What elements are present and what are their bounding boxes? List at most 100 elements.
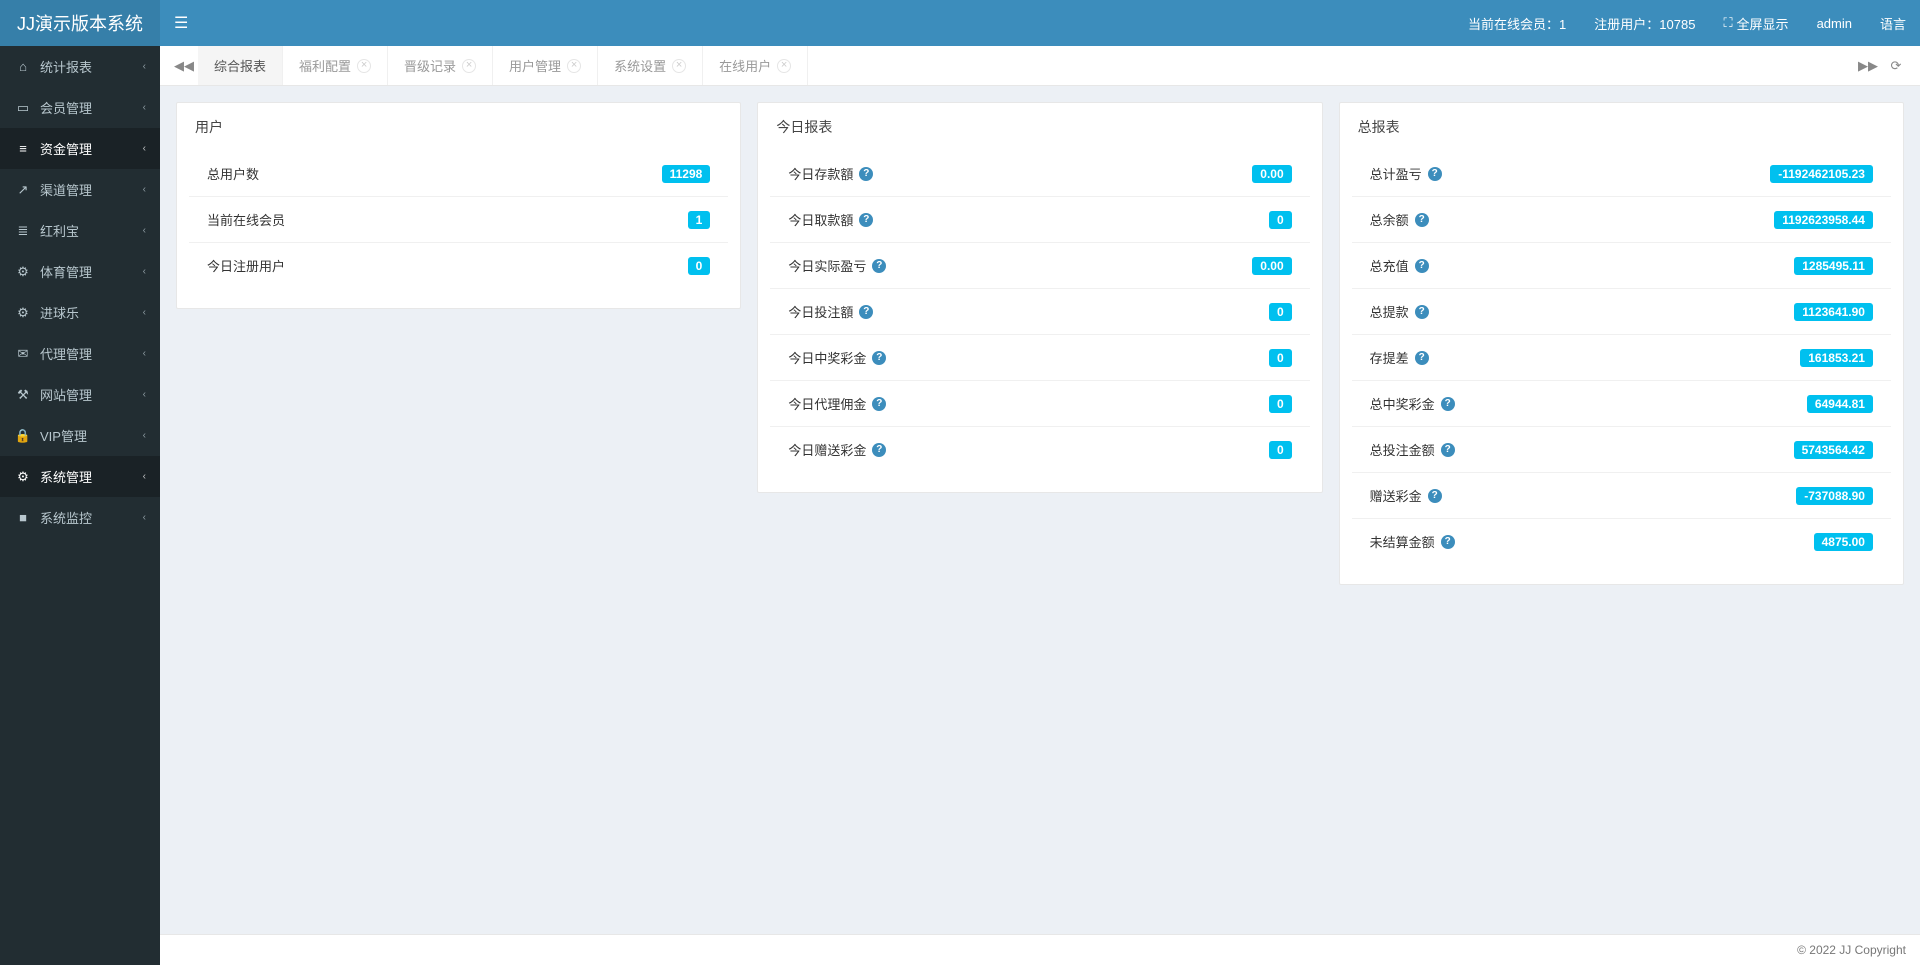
row-label-text: 存提差 bbox=[1370, 348, 1409, 367]
row-value: 0 bbox=[1269, 396, 1292, 411]
row-value: 0 bbox=[1269, 212, 1292, 227]
sidebar-item-label: 网站管理 bbox=[40, 385, 92, 404]
help-icon[interactable]: ? bbox=[859, 213, 873, 227]
tab-3[interactable]: 用户管理 × bbox=[493, 46, 598, 85]
tab-scroll-left-icon[interactable]: ◀◀ bbox=[170, 46, 198, 85]
help-icon[interactable]: ? bbox=[1415, 259, 1429, 273]
help-icon[interactable]: ? bbox=[859, 167, 873, 181]
language-button[interactable]: 语言 bbox=[1880, 14, 1906, 33]
row-value: 4875.00 bbox=[1814, 534, 1873, 549]
sidebar-item-9[interactable]: 🔒VIP管理‹ bbox=[0, 415, 160, 456]
sidebar-item-5[interactable]: ⚙体育管理‹ bbox=[0, 251, 160, 292]
sidebar-item-2[interactable]: ≡资金管理‹ bbox=[0, 128, 160, 169]
today-row-6: 今日赠送彩金?0 bbox=[770, 427, 1309, 472]
chevron-left-icon: ‹ bbox=[143, 102, 146, 113]
total-row-5: 总中奖彩金? 64944.81 bbox=[1352, 381, 1891, 427]
tab-2[interactable]: 晋级记录× bbox=[388, 46, 493, 85]
row-value: 1 bbox=[688, 212, 711, 227]
chevron-left-icon: ‹ bbox=[143, 471, 146, 482]
sidebar: JJ演示版本系统 ⌂统计报表‹▭会员管理‹≡资金管理‹↗渠道管理‹≣红利宝‹⚙体… bbox=[0, 0, 160, 965]
close-icon[interactable]: × bbox=[462, 59, 476, 73]
money-icon: ≡ bbox=[14, 141, 32, 156]
row-value: 0.00 bbox=[1252, 166, 1291, 181]
chevron-left-icon: ‹ bbox=[143, 389, 146, 400]
help-icon[interactable]: ? bbox=[1441, 443, 1455, 457]
sidebar-item-10[interactable]: ⚙系统管理‹ bbox=[0, 456, 160, 497]
online-members[interactable]: 当前在线会员：1 bbox=[1468, 14, 1566, 33]
total-row-6: 总投注金额? 5743564.42 bbox=[1352, 427, 1891, 473]
row-label: 总中奖彩金? bbox=[1370, 394, 1455, 413]
registered-users[interactable]: 注册用户：10785 bbox=[1594, 14, 1695, 33]
help-icon[interactable]: ? bbox=[1415, 351, 1429, 365]
sidebar-item-7[interactable]: ✉代理管理‹ bbox=[0, 333, 160, 374]
row-value: 1192623958.44 bbox=[1774, 212, 1873, 227]
sidebar-item-11[interactable]: ■系统监控‹ bbox=[0, 497, 160, 538]
tab-5[interactable]: 在线用户 × bbox=[703, 46, 808, 85]
sidebar-item-0[interactable]: ⌂统计报表‹ bbox=[0, 46, 160, 87]
sidebar-item-label: 体育管理 bbox=[40, 262, 92, 281]
help-icon[interactable]: ? bbox=[1441, 397, 1455, 411]
close-icon[interactable]: × bbox=[567, 59, 581, 73]
row-value: 0.00 bbox=[1252, 258, 1291, 273]
value-badge: 0.00 bbox=[1252, 165, 1291, 183]
tab-label: 综合报表 bbox=[214, 56, 266, 75]
row-label: 总投注金额? bbox=[1370, 440, 1455, 459]
app-logo: JJ演示版本系统 bbox=[0, 0, 160, 46]
help-icon[interactable]: ? bbox=[872, 259, 886, 273]
row-label: 存提差? bbox=[1370, 348, 1429, 367]
value-badge: 1123641.90 bbox=[1794, 303, 1873, 321]
value-badge: 64944.81 bbox=[1807, 395, 1873, 413]
sidebar-item-4[interactable]: ≣红利宝‹ bbox=[0, 210, 160, 251]
value-badge: 0 bbox=[1269, 395, 1292, 413]
user-row-1: 当前在线会员1 bbox=[189, 197, 728, 243]
user-row-0: 总用户数 11298 bbox=[189, 151, 728, 197]
current-user[interactable]: admin bbox=[1817, 16, 1852, 31]
tab-4[interactable]: 系统设置× bbox=[598, 46, 703, 85]
chevron-left-icon: ‹ bbox=[143, 348, 146, 359]
value-badge: -737088.90 bbox=[1796, 487, 1873, 505]
tab-label: 福利配置 bbox=[299, 56, 351, 75]
tab-1[interactable]: 福利配置 × bbox=[283, 46, 388, 85]
value-badge: 0 bbox=[1269, 349, 1292, 367]
row-label: 总提款? bbox=[1370, 302, 1429, 321]
today-row-2: 今日实际盈亏?0.00 bbox=[770, 243, 1309, 289]
row-label: 今日赠送彩金? bbox=[788, 440, 886, 459]
sidebar-item-1[interactable]: ▭会员管理‹ bbox=[0, 87, 160, 128]
panel-total: 总报表 总计盈亏?-1192462105.23总余额?1192623958.44… bbox=[1339, 102, 1904, 585]
close-icon[interactable]: × bbox=[357, 59, 371, 73]
help-icon[interactable]: ? bbox=[1428, 489, 1442, 503]
help-icon[interactable]: ? bbox=[872, 351, 886, 365]
help-icon[interactable]: ? bbox=[872, 397, 886, 411]
sidebar-item-3[interactable]: ↗渠道管理‹ bbox=[0, 169, 160, 210]
row-label-text: 今日存款額 bbox=[788, 164, 853, 183]
help-icon[interactable]: ? bbox=[1441, 535, 1455, 549]
tab-refresh-icon[interactable]: ⟳ bbox=[1882, 46, 1910, 85]
row-label-text: 总用户数 bbox=[207, 164, 259, 183]
panel-total-title: 总报表 bbox=[1340, 103, 1903, 151]
today-row-0: 今日存款額? 0.00 bbox=[770, 151, 1309, 197]
help-icon[interactable]: ? bbox=[1415, 213, 1429, 227]
row-value: 5743564.42 bbox=[1794, 442, 1873, 457]
help-icon[interactable]: ? bbox=[1428, 167, 1442, 181]
row-label: 未结算金额? bbox=[1370, 532, 1455, 551]
panel-user-title: 用户 bbox=[177, 103, 740, 151]
close-icon[interactable]: × bbox=[672, 59, 686, 73]
tab-label: 用户管理 bbox=[509, 56, 561, 75]
row-value: 11298 bbox=[662, 166, 711, 181]
close-icon[interactable]: × bbox=[777, 59, 791, 73]
help-icon[interactable]: ? bbox=[872, 443, 886, 457]
row-label: 总用户数 bbox=[207, 164, 259, 183]
row-value: -737088.90 bbox=[1796, 488, 1873, 503]
tab-0[interactable]: 综合报表 bbox=[198, 46, 283, 85]
sidebar-item-label: 渠道管理 bbox=[40, 180, 92, 199]
tab-scroll-right-icon[interactable]: ▶▶ bbox=[1854, 46, 1882, 85]
help-icon[interactable]: ? bbox=[859, 305, 873, 319]
sidebar-item-label: 会员管理 bbox=[40, 98, 92, 117]
sidebar-item-8[interactable]: ⚒网站管理‹ bbox=[0, 374, 160, 415]
fullscreen-button[interactable]: ⛶全屏显示 bbox=[1723, 14, 1788, 33]
ball-icon: ⚙ bbox=[14, 305, 32, 321]
sidebar-item-6[interactable]: ⚙进球乐‹ bbox=[0, 292, 160, 333]
tab-label: 在线用户 bbox=[719, 56, 771, 75]
hamburger-icon[interactable]: ☰ bbox=[174, 13, 188, 33]
help-icon[interactable]: ? bbox=[1415, 305, 1429, 319]
